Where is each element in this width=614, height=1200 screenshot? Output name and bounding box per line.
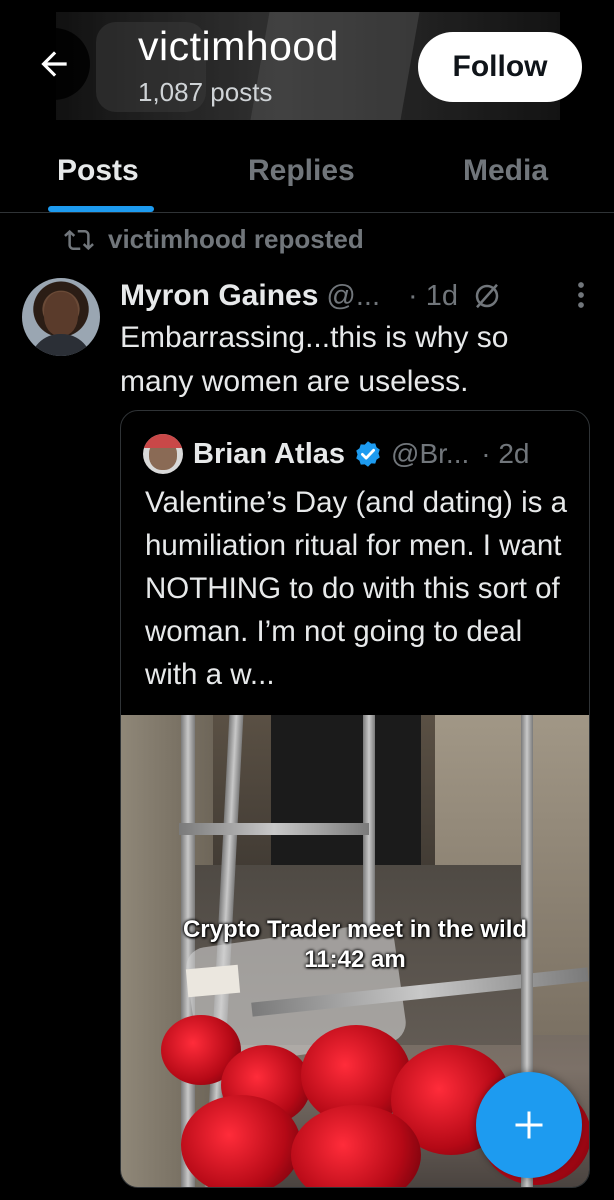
- compose-button[interactable]: [476, 1072, 582, 1178]
- quoted-author-handle: @Br...: [391, 438, 470, 469]
- quoted-post-header: Brian Atlas @Br... · 2d: [143, 433, 583, 475]
- quoted-author-name: Brian Atlas: [193, 437, 346, 470]
- tab-replies[interactable]: Replies: [248, 130, 355, 212]
- repost-indicator[interactable]: victimhood reposted: [62, 224, 364, 255]
- profile-header: victimhood 1,087 posts Follow: [0, 0, 614, 130]
- author-avatar[interactable]: [22, 278, 100, 356]
- video-scene-rail: [179, 823, 369, 835]
- video-caption-line1: Crypto Trader meet in the wild: [182, 916, 528, 943]
- video-caption: Crypto Trader meet in the wild 11:42 am: [121, 915, 589, 975]
- post-timestamp[interactable]: · 1d: [408, 280, 458, 313]
- video-scene-door: [271, 715, 421, 865]
- quoted-post-text: Valentine’s Day (and dating) is a humili…: [145, 486, 567, 691]
- rose: [181, 1095, 301, 1187]
- back-button[interactable]: [18, 28, 90, 100]
- grok-icon[interactable]: [472, 281, 502, 311]
- profile-title-block: victimhood 1,087 posts: [138, 23, 339, 107]
- quoted-post[interactable]: Brian Atlas @Br... · 2d Valentine’s Day …: [120, 410, 590, 1188]
- profile-tabs: Posts Replies Media: [0, 130, 614, 213]
- profile-name: victimhood: [138, 23, 339, 69]
- more-vertical-icon[interactable]: [572, 280, 590, 310]
- post-text: Embarrassing...this is why so many women…: [120, 321, 509, 398]
- author-name[interactable]: Myron Gaines: [120, 279, 318, 313]
- repost-label: victimhood reposted: [108, 224, 364, 254]
- avatar-face: [44, 292, 78, 336]
- active-tab-indicator: [48, 206, 154, 212]
- follow-button[interactable]: Follow: [418, 32, 582, 102]
- tab-posts[interactable]: Posts: [57, 130, 139, 212]
- quoted-author-avatar: [143, 434, 183, 474]
- avatar-shirt: [30, 334, 92, 356]
- back-arrow-icon: [41, 51, 67, 77]
- author-handle[interactable]: @...: [326, 280, 380, 313]
- post-header: Myron Gaines @... · 1d: [120, 276, 590, 316]
- repost-icon: [64, 229, 94, 250]
- post-count: 1,087 posts: [138, 77, 273, 107]
- plus-icon: [515, 1111, 543, 1139]
- tab-media[interactable]: Media: [463, 130, 548, 212]
- verified-badge-icon: [356, 441, 380, 467]
- quoted-post-timestamp: · 2d: [481, 438, 530, 469]
- video-caption-line2: 11:42 am: [304, 946, 406, 973]
